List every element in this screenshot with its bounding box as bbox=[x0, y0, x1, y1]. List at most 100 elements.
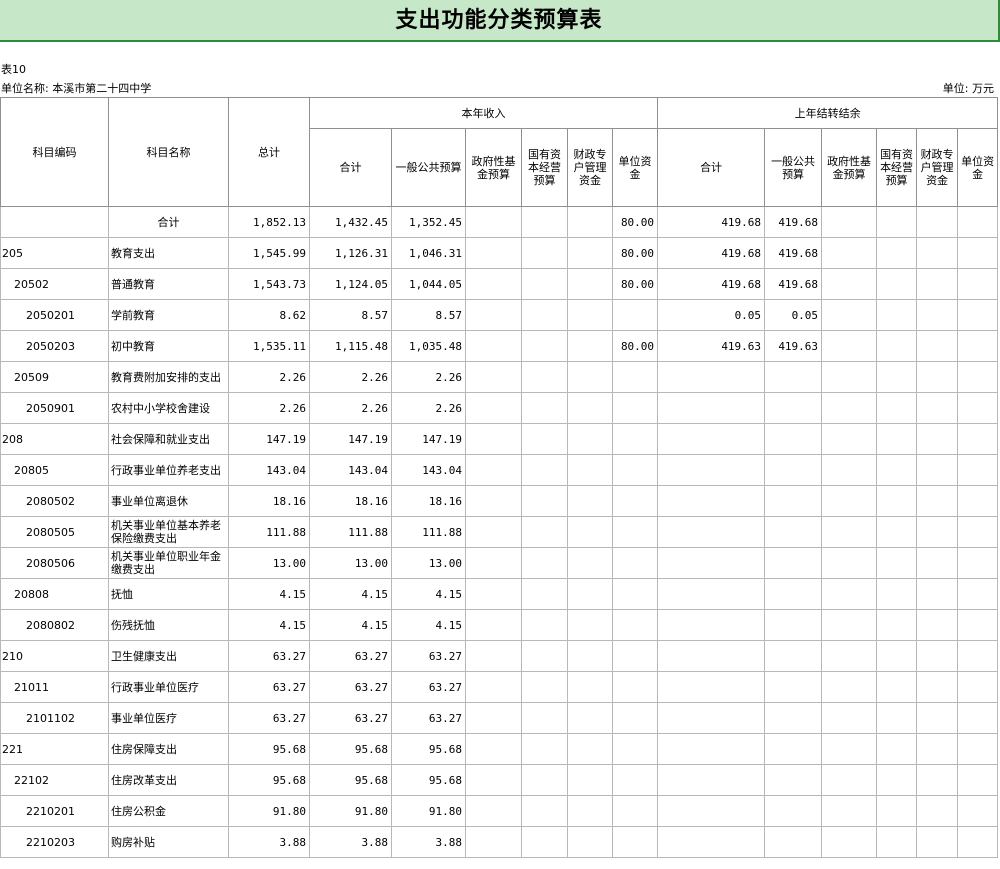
cell-prev-4 bbox=[916, 516, 959, 548]
cell-cur-4 bbox=[567, 392, 613, 424]
cell-total: 3.88 bbox=[228, 826, 310, 858]
cell-cur-2 bbox=[465, 268, 522, 300]
cell-cur-3 bbox=[521, 547, 568, 579]
header-cur-4: 财政专户管理资金 bbox=[567, 128, 613, 207]
cell-subject-name: 教育费附加安排的支出 bbox=[108, 361, 229, 393]
cell-cur-1: 2.26 bbox=[391, 392, 466, 424]
cell-total: 1,852.13 bbox=[228, 206, 310, 238]
cell-prev-1: 0.05 bbox=[764, 299, 823, 331]
cell-cur-3 bbox=[521, 485, 568, 517]
cell-prev-2 bbox=[821, 454, 878, 486]
cell-cur-4 bbox=[567, 671, 613, 703]
cell-cur-4 bbox=[567, 485, 613, 517]
cell-cur-3 bbox=[521, 609, 568, 641]
cell-cur-1: 143.04 bbox=[391, 454, 466, 486]
cell-cur-2 bbox=[465, 423, 522, 455]
cell-prev-1 bbox=[764, 392, 823, 424]
cell-cur-1: 91.80 bbox=[391, 795, 466, 827]
cell-prev-1 bbox=[764, 671, 823, 703]
cell-prev-4 bbox=[916, 237, 959, 269]
cell-prev-3 bbox=[876, 640, 918, 672]
cell-prev-0 bbox=[657, 392, 766, 424]
cell-prev-0: 0.05 bbox=[657, 299, 766, 331]
cell-prev-0: 419.63 bbox=[657, 330, 766, 362]
cell-cur-2 bbox=[465, 299, 522, 331]
cell-total: 63.27 bbox=[228, 671, 310, 703]
table-row: 2210203 购房补贴 3.88 3.88 3.88 bbox=[0, 826, 999, 858]
cell-prev-2 bbox=[821, 609, 878, 641]
cell-cur-3 bbox=[521, 330, 568, 362]
header-subject-name: 科目名称 bbox=[108, 97, 229, 207]
cell-prev-5 bbox=[957, 237, 999, 269]
cell-prev-0: 419.68 bbox=[657, 206, 766, 238]
cell-subject-name: 行政事业单位医疗 bbox=[108, 671, 229, 703]
cell-cur-0: 95.68 bbox=[309, 733, 392, 765]
table-row: 20805 行政事业单位养老支出 143.04 143.04 143.04 bbox=[0, 454, 999, 486]
table-row: 20509 教育费附加安排的支出 2.26 2.26 2.26 bbox=[0, 361, 999, 393]
cell-prev-5 bbox=[957, 268, 999, 300]
cell-cur-1: 95.68 bbox=[391, 764, 466, 796]
cell-total: 143.04 bbox=[228, 454, 310, 486]
cell-cur-3 bbox=[521, 423, 568, 455]
cell-cur-0: 95.68 bbox=[309, 764, 392, 796]
cell-prev-5 bbox=[957, 609, 999, 641]
cell-total: 13.00 bbox=[228, 547, 310, 579]
header-prev-3: 国有资本经营预算 bbox=[876, 128, 918, 207]
cell-cur-4 bbox=[567, 547, 613, 579]
cell-cur-5 bbox=[611, 764, 659, 796]
cell-cur-4 bbox=[567, 237, 613, 269]
cell-prev-1 bbox=[764, 733, 823, 765]
cell-total: 1,545.99 bbox=[228, 237, 310, 269]
cell-total: 91.80 bbox=[228, 795, 310, 827]
header-prev-1: 一般公共预算 bbox=[764, 128, 823, 207]
cell-cur-5: 80.00 bbox=[611, 268, 659, 300]
cell-cur-5 bbox=[611, 640, 659, 672]
cell-total: 4.15 bbox=[228, 609, 310, 641]
cell-subject-code: 2210203 bbox=[0, 826, 109, 858]
cell-prev-2 bbox=[821, 516, 878, 548]
cell-cur-3 bbox=[521, 826, 568, 858]
cell-cur-3 bbox=[521, 795, 568, 827]
cell-subject-name: 机关事业单位基本养老保险缴费支出 bbox=[108, 516, 229, 548]
cell-cur-2 bbox=[465, 733, 522, 765]
cell-subject-name: 住房公积金 bbox=[108, 795, 229, 827]
cell-cur-2 bbox=[465, 361, 522, 393]
cell-prev-4 bbox=[916, 423, 959, 455]
cell-prev-0 bbox=[657, 609, 766, 641]
cell-prev-2 bbox=[821, 547, 878, 579]
cell-cur-0: 4.15 bbox=[309, 609, 392, 641]
cell-cur-3 bbox=[521, 392, 568, 424]
cell-subject-code: 210 bbox=[0, 640, 109, 672]
table-row: 20502 普通教育 1,543.73 1,124.05 1,044.05 80.00 41… bbox=[0, 268, 999, 300]
cell-cur-0: 143.04 bbox=[309, 454, 392, 486]
cell-prev-4 bbox=[916, 547, 959, 579]
cell-prev-3 bbox=[876, 485, 918, 517]
cell-cur-0: 111.88 bbox=[309, 516, 392, 548]
cell-total: 18.16 bbox=[228, 485, 310, 517]
cell-prev-2 bbox=[821, 826, 878, 858]
cell-cur-0: 63.27 bbox=[309, 702, 392, 734]
cell-subject-name: 行政事业单位养老支出 bbox=[108, 454, 229, 486]
cell-cur-3 bbox=[521, 361, 568, 393]
cell-subject-code: 2210201 bbox=[0, 795, 109, 827]
cell-cur-0: 2.26 bbox=[309, 361, 392, 393]
cell-cur-2 bbox=[465, 578, 522, 610]
cell-total: 1,535.11 bbox=[228, 330, 310, 362]
cell-cur-4 bbox=[567, 454, 613, 486]
cell-subject-code: 22102 bbox=[0, 764, 109, 796]
table-row: 221 住房保障支出 95.68 95.68 95.68 bbox=[0, 733, 999, 765]
cell-prev-1: 419.68 bbox=[764, 237, 823, 269]
table-row: 2080502 事业单位离退休 18.16 18.16 18.16 bbox=[0, 485, 999, 517]
cell-prev-4 bbox=[916, 609, 959, 641]
cell-subject-code: 21011 bbox=[0, 671, 109, 703]
cell-subject-code: 2101102 bbox=[0, 702, 109, 734]
cell-prev-4 bbox=[916, 826, 959, 858]
cell-cur-2 bbox=[465, 609, 522, 641]
cell-cur-2 bbox=[465, 454, 522, 486]
cell-subject-name: 机关事业单位职业年金缴费支出 bbox=[108, 547, 229, 579]
cell-cur-1: 1,035.48 bbox=[391, 330, 466, 362]
cell-cur-2 bbox=[465, 702, 522, 734]
header-cur-5: 单位资金 bbox=[611, 128, 659, 207]
cell-prev-5 bbox=[957, 299, 999, 331]
cell-prev-4 bbox=[916, 392, 959, 424]
